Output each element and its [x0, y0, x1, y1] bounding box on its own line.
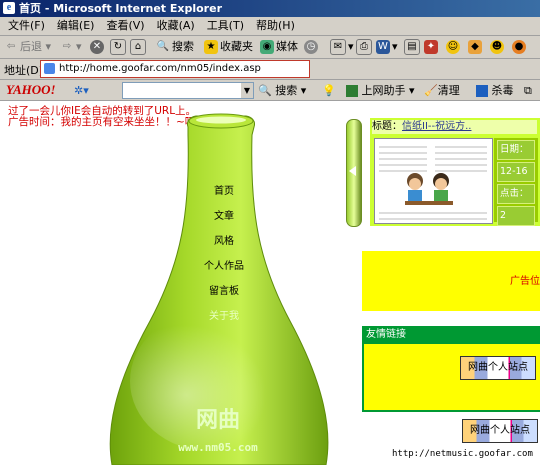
helper-button[interactable]: 上网助手 ▾	[346, 83, 415, 98]
date-value: 12-16	[497, 162, 535, 182]
menu-favorites[interactable]: 收藏(A)	[151, 17, 201, 35]
yahoo-gear-icon[interactable]: ✲▾	[74, 83, 89, 98]
forward-button[interactable]: ⇨ ▾	[60, 39, 82, 55]
broom-icon: 🧹	[424, 84, 438, 97]
favorites-icon: ★	[204, 40, 218, 54]
latest-post-panel: 标题：信纸II--祝远方.. 日期： 12-16 点击： 2	[370, 118, 540, 226]
menu-edit[interactable]: 编辑(E)	[51, 17, 101, 35]
yahoo-logo[interactable]: YAHOO!	[6, 82, 56, 98]
bulb-icon[interactable]: 💡	[322, 83, 336, 98]
standard-toolbar: ⇦ 后退 ▾ ⇨ ▾ ✕ ↻ ⌂ 🔍 搜索 ★ 收藏夹 ◉ 媒体 ◷ ✉ ▾ ⎙ W ▾ ▤ …	[0, 36, 540, 59]
ad-banner[interactable]: 广告位	[362, 251, 540, 311]
extra-icon: ●	[512, 40, 526, 54]
bottle-brand: 网曲	[196, 407, 240, 433]
friend-link-button[interactable]: 网曲个人站点	[460, 356, 536, 380]
helper-icon	[346, 85, 358, 97]
more-icon[interactable]: ⧉	[524, 83, 532, 98]
back-button[interactable]: ⇦ 后退 ▾	[4, 39, 51, 55]
refresh-button[interactable]: ↻	[110, 39, 128, 55]
menu-tools[interactable]: 工具(T)	[201, 17, 250, 35]
discuss-button[interactable]: ▤	[404, 39, 422, 55]
clicks-label: 点击：	[497, 184, 535, 204]
bottle-site: www.nm05.com	[178, 441, 258, 454]
scroll-bar[interactable]	[346, 119, 362, 227]
bag-icon: ◆	[468, 40, 482, 54]
chevron-down-icon[interactable]: ▼	[241, 83, 253, 98]
post-title-row: 标题：信纸II--祝远方..	[372, 120, 537, 134]
favorites-button[interactable]: ★ 收藏夹	[204, 39, 253, 55]
nav-works[interactable]: 个人作品	[184, 254, 264, 279]
search-icon: 🔍	[258, 84, 272, 97]
bag-button[interactable]: ◆	[468, 39, 484, 55]
stop-button[interactable]: ✕	[90, 39, 106, 55]
friend-links-body: 网曲个人站点	[364, 344, 540, 410]
mail-button[interactable]: ✉ ▾	[330, 39, 354, 55]
friend-links-header: 友情链接	[366, 329, 406, 340]
forward-arrow-icon: ⇨	[62, 41, 72, 52]
address-url: http://home.goofar.com/nm05/index.asp	[59, 63, 261, 74]
search-button[interactable]: 🔍 搜索	[156, 39, 194, 55]
menu-view[interactable]: 查看(V)	[100, 17, 150, 35]
menu-help[interactable]: 帮助(H)	[250, 17, 301, 35]
address-bar: 地址(D) http://home.goofar.com/nm05/index.…	[0, 59, 540, 80]
window-title: 首页 - Microsoft Internet Explorer	[19, 2, 222, 15]
nav-about[interactable]: 关于我	[184, 304, 264, 329]
yahoo-toolbar: YAHOO! ✲▾ ▼ 🔍 搜索 ▾ 💡 上网助手 ▾ 🧹清理 杀毒 ⧉	[0, 80, 540, 101]
edit-word-button[interactable]: W ▾	[376, 39, 398, 55]
media-icon: ◉	[260, 40, 274, 54]
address-label: 地址(D)	[4, 64, 44, 77]
page-content: 过了一会儿你IE会自动的转到了URL上。 广告时间：我的主页有空来坐坐！！~呵呵…	[0, 101, 540, 465]
menu-bar: 文件(F) 编辑(E) 查看(V) 收藏(A) 工具(T) 帮助(H)	[0, 17, 540, 36]
friend-link-button-2[interactable]: 网曲个人站点	[462, 419, 538, 443]
ad-text: 广告位	[510, 276, 540, 287]
stop-icon: ✕	[90, 40, 104, 54]
smiley-button[interactable]: ☺	[446, 39, 462, 55]
back-arrow-icon: ⇦	[6, 41, 16, 52]
face-button[interactable]: ☻	[490, 39, 506, 55]
address-input[interactable]: http://home.goofar.com/nm05/index.asp	[40, 60, 310, 78]
antivirus-icon	[476, 85, 488, 97]
home-icon: ⌂	[130, 39, 146, 55]
nav-articles[interactable]: 文章	[184, 204, 264, 229]
yahoo-search-button[interactable]: 🔍 搜索 ▾	[258, 83, 306, 98]
history-button[interactable]: ◷	[304, 39, 320, 55]
window-titlebar: e 首页 - Microsoft Internet Explorer	[0, 0, 540, 17]
clean-button[interactable]: 🧹清理	[424, 83, 460, 98]
status-url: http://netmusic.goofar.com	[392, 449, 533, 459]
messenger-icon: ✦	[424, 40, 438, 54]
print-button[interactable]: ⎙	[356, 39, 374, 55]
antivirus-button[interactable]: 杀毒	[476, 83, 514, 98]
messenger-button[interactable]: ✦	[424, 39, 440, 55]
menu-file[interactable]: 文件(F)	[0, 17, 51, 35]
post-meta: 日期： 12-16 点击： 2	[494, 138, 538, 226]
friend-links-panel: 友情链接 网曲个人站点	[362, 326, 540, 412]
nav-guestbook[interactable]: 留言板	[184, 279, 264, 304]
page-icon	[44, 63, 55, 74]
post-thumbnail[interactable]	[374, 138, 493, 224]
yahoo-search-input[interactable]: ▼	[122, 82, 254, 99]
extra-button[interactable]: ●	[512, 39, 528, 55]
home-button[interactable]: ⌂	[130, 39, 148, 55]
site-nav: 首页 文章 风格 个人作品 留言板 关于我	[184, 179, 264, 329]
post-title-link[interactable]: 信纸II--祝远方..	[402, 121, 471, 132]
history-icon: ◷	[304, 40, 318, 54]
mail-icon: ✉	[330, 39, 346, 55]
refresh-icon: ↻	[110, 39, 126, 55]
clicks-value: 2	[497, 206, 535, 226]
discuss-icon: ▤	[404, 39, 420, 55]
nav-styles[interactable]: 风格	[184, 229, 264, 254]
search-icon: 🔍	[156, 41, 170, 52]
thumbnail-illustration	[379, 146, 487, 220]
face-icon: ☻	[490, 40, 504, 54]
media-button[interactable]: ◉ 媒体	[260, 39, 298, 55]
arrow-left-icon	[349, 166, 356, 176]
date-label: 日期：	[497, 140, 535, 160]
ie-logo-icon: e	[3, 2, 15, 14]
nav-home[interactable]: 首页	[184, 179, 264, 204]
smiley-icon: ☺	[446, 40, 460, 54]
print-icon: ⎙	[356, 39, 372, 55]
word-icon: W	[376, 40, 390, 54]
